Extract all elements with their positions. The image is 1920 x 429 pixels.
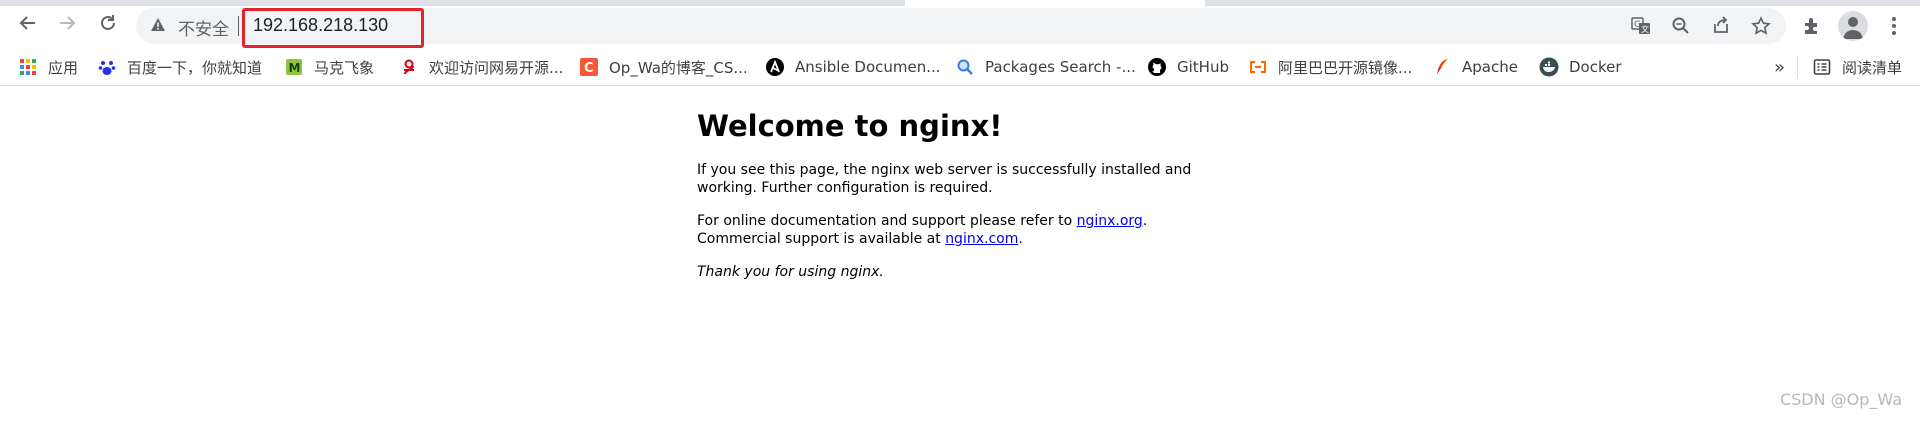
omnibox-divider: [238, 16, 239, 36]
bookmark-github[interactable]: GitHub: [1147, 55, 1229, 79]
forward-arrow-icon: [60, 16, 76, 30]
docs-paragraph: For online documentation and support ple…: [697, 212, 1217, 248]
nginx-welcome: Welcome to nginx! If you see this page, …: [697, 109, 1217, 296]
aliyun-icon: [1248, 57, 1268, 77]
reload-icon: [101, 15, 115, 30]
bookmark-label: Apache: [1462, 58, 1518, 76]
bookmark-netease[interactable]: 欢迎访问网易开源...: [399, 55, 563, 79]
page-title: Welcome to nginx!: [697, 109, 1003, 143]
bookmark-aliyun[interactable]: 阿里巴巴开源镜像...: [1248, 55, 1412, 79]
bookmark-label: 阿里巴巴开源镜像...: [1278, 58, 1413, 77]
avatar-icon[interactable]: [1838, 11, 1868, 41]
apache-feather-icon: [1432, 57, 1452, 77]
bookmark-label: 应用: [48, 58, 79, 77]
bookmark-apps[interactable]: 应用: [18, 55, 78, 79]
reading-list-label: 阅读清单: [1842, 58, 1903, 77]
url-highlight-box: [242, 8, 424, 48]
share-icon[interactable]: [1710, 15, 1732, 37]
bookmark-label: GitHub: [1177, 58, 1229, 76]
warning-icon[interactable]: [150, 17, 166, 33]
bookmark-label: 马克飞象: [314, 58, 375, 77]
bookmark-ansible[interactable]: Ansible Documen...: [765, 55, 941, 79]
puzzle-icon[interactable]: [1800, 14, 1824, 38]
bookmark-label: Ansible Documen...: [795, 58, 941, 76]
reload-button[interactable]: [96, 11, 120, 35]
ansible-icon: [765, 57, 785, 77]
bookmarks-bar: 应用 百度一下，你就知道 M 马克飞象 欢迎访问网易开源... C Op_Wa的…: [0, 48, 1920, 86]
bookmark-label: Op_Wa的博客_CS...: [609, 58, 748, 77]
reading-list-button[interactable]: 阅读清单: [1812, 55, 1902, 79]
security-label[interactable]: 不安全: [178, 15, 229, 40]
back-button[interactable]: [16, 11, 40, 35]
svg-text:C: C: [584, 61, 594, 76]
page-content: Welcome to nginx! If you see this page, …: [0, 87, 1920, 429]
nginx-org-link[interactable]: nginx.org: [1077, 213, 1143, 229]
support-period: .: [1018, 231, 1023, 247]
bookmark-packages-search[interactable]: Packages Search -...: [955, 55, 1136, 79]
apps-grid-icon: [18, 57, 38, 77]
bookmarks-overflow-button[interactable]: »: [1774, 55, 1785, 79]
bookmark-label: 百度一下，你就知道: [127, 58, 263, 77]
github-icon: [1147, 57, 1167, 77]
translate-icon[interactable]: G文: [1630, 15, 1652, 37]
docs-text: For online documentation and support ple…: [697, 213, 1077, 229]
back-arrow-icon: [19, 16, 35, 30]
tab-strip: [0, 0, 1920, 6]
nginx-com-link[interactable]: nginx.com: [945, 231, 1018, 247]
netease-icon: [399, 57, 419, 77]
bookmark-maxiang[interactable]: M 马克飞象: [284, 55, 374, 79]
intro-paragraph: If you see this page, the nginx web serv…: [697, 162, 1192, 196]
support-text: Commercial support is available at: [697, 231, 946, 247]
thanks-text: Thank you for using nginx.: [697, 264, 884, 280]
kebab-menu-icon[interactable]: [1882, 14, 1906, 38]
star-icon[interactable]: [1750, 15, 1772, 37]
maxiang-icon: M: [284, 57, 304, 77]
bookmarks-overflow-label: »: [1774, 56, 1786, 78]
bookmark-label: Docker: [1569, 58, 1622, 76]
watermark: CSDN @Op_Wa: [1779, 390, 1902, 409]
svg-text:M: M: [289, 61, 301, 75]
bookmark-label: 欢迎访问网易开源...: [429, 58, 564, 77]
bookmark-baidu[interactable]: 百度一下，你就知道: [97, 55, 262, 79]
baidu-paw-icon: [97, 57, 117, 77]
bookmark-docker[interactable]: Docker: [1539, 55, 1622, 79]
bookmark-apache[interactable]: Apache: [1432, 55, 1518, 79]
docs-period: .: [1142, 213, 1148, 229]
docker-icon: [1539, 57, 1559, 77]
search-icon: [955, 57, 975, 77]
browser-toolbar: 不安全 192.168.218.130 G文: [0, 0, 1920, 48]
bookmarks-divider: [1797, 56, 1798, 78]
forward-button[interactable]: [55, 11, 79, 35]
bookmark-label: Packages Search -...: [985, 58, 1136, 76]
reading-list-icon: [1812, 57, 1832, 77]
zoom-icon[interactable]: [1670, 15, 1692, 37]
bookmark-csdn[interactable]: C Op_Wa的博客_CS...: [579, 55, 748, 79]
csdn-icon: C: [579, 57, 599, 77]
svg-text:文: 文: [1641, 24, 1649, 34]
thanks-paragraph: Thank you for using nginx.: [697, 263, 1217, 281]
